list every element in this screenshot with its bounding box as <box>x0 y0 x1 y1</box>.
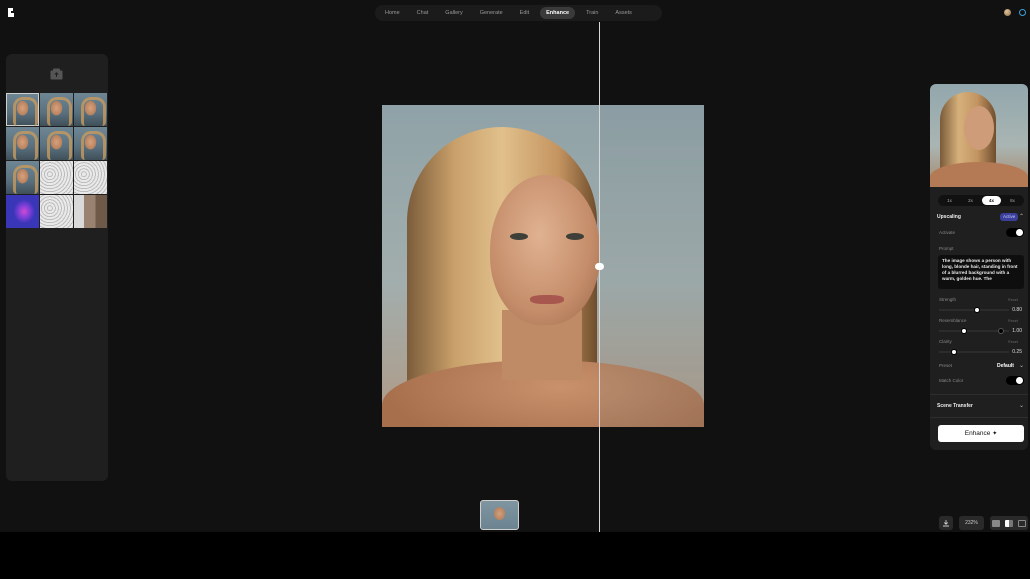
chevron-up-icon[interactable]: ⌃ <box>1019 213 1024 220</box>
clarity-label: Clarity <box>939 339 952 344</box>
preview-face <box>964 106 994 150</box>
scene-transfer-section[interactable]: Scene Transfer <box>937 403 973 409</box>
nav-home[interactable]: Home <box>379 7 406 19</box>
activate-toggle[interactable] <box>1006 228 1024 237</box>
photo-eye <box>510 233 528 240</box>
slider-knob[interactable] <box>974 307 980 313</box>
upscaling-section-title[interactable]: Upscaling <box>937 214 961 220</box>
nav-generate[interactable]: Generate <box>474 7 509 19</box>
gallery-thumbnail[interactable] <box>6 195 39 228</box>
download-icon <box>943 520 949 527</box>
nav-edit[interactable]: Edit <box>514 7 535 19</box>
sparkle-icon: ✦ <box>992 431 998 437</box>
clarity-reset[interactable]: Reset <box>1008 340 1018 344</box>
app-window: Home Chat Gallery Generate Edit Enhance … <box>0 0 1030 532</box>
gallery-thumbnail[interactable] <box>6 93 39 126</box>
scale-selector: 1x 2x 4x 8x <box>938 195 1024 206</box>
gallery-thumbnail[interactable] <box>74 127 107 160</box>
scale-option-4x[interactable]: 4x <box>982 196 1001 205</box>
enhance-button-label: Enhance <box>964 430 991 437</box>
strength-value: 0.80 <box>1012 307 1022 313</box>
filmstrip-thumbnail[interactable] <box>480 500 519 530</box>
gallery-thumbnail[interactable] <box>40 127 73 160</box>
activate-label: Activate <box>939 230 956 235</box>
scale-option-2x[interactable]: 2x <box>961 196 980 205</box>
resemblance-label: Resemblance <box>939 318 967 323</box>
resemblance-reset[interactable]: Reset <box>1008 319 1018 323</box>
match-color-toggle[interactable] <box>1006 376 1024 385</box>
chevron-down-icon[interactable]: ⌄ <box>1019 402 1024 409</box>
nav-chat[interactable]: Chat <box>411 7 435 19</box>
gallery-thumbnail[interactable] <box>6 127 39 160</box>
strength-label: Strength <box>939 297 957 302</box>
preview-body <box>930 162 1028 187</box>
upload-icon[interactable] <box>50 67 63 80</box>
app-logo[interactable] <box>6 7 16 18</box>
nav-train[interactable]: Train <box>580 7 604 19</box>
gallery-thumbnail[interactable] <box>40 161 73 194</box>
resemblance-slider[interactable] <box>939 328 1009 334</box>
strength-slider[interactable] <box>939 307 1009 313</box>
single-view-icon[interactable] <box>992 519 1001 527</box>
divider <box>930 417 1028 418</box>
divider <box>930 394 1028 395</box>
status-badge: Active <box>1000 213 1019 221</box>
gallery-thumbnail[interactable] <box>74 195 107 228</box>
view-mode-selector <box>990 516 1028 530</box>
gallery-thumbnail[interactable] <box>40 93 73 126</box>
main-image-canvas[interactable] <box>382 105 704 427</box>
prompt-textarea[interactable]: The image shows a person with long, blon… <box>938 255 1024 289</box>
preset-label: Preset <box>939 363 953 368</box>
image-gallery-sidebar <box>6 54 108 481</box>
slider-end-marker <box>998 328 1004 334</box>
split-view-icon[interactable] <box>1004 519 1013 527</box>
thumbnail-grid <box>6 93 108 228</box>
enhance-button[interactable]: Enhance ✦ <box>938 425 1024 442</box>
strength-reset[interactable]: Reset <box>1008 298 1018 302</box>
gallery-thumbnail[interactable] <box>40 195 73 228</box>
nav-gallery[interactable]: Gallery <box>439 7 468 19</box>
gallery-thumbnail[interactable] <box>6 161 39 194</box>
gallery-thumbnail[interactable] <box>74 93 107 126</box>
enhance-settings-panel: 1x 2x 4x 8x Upscaling Active ⌃ Activate … <box>930 84 1028 450</box>
user-avatar[interactable] <box>1004 9 1011 16</box>
scale-option-8x[interactable]: 8x <box>1003 196 1022 205</box>
enhanced-overlay <box>600 105 704 427</box>
clarity-value: 0.25 <box>1012 349 1022 355</box>
photo-eye <box>566 233 584 240</box>
preview-image <box>930 84 1028 187</box>
nav-enhance[interactable]: Enhance <box>540 7 576 19</box>
gallery-thumbnail[interactable] <box>74 161 107 194</box>
download-button[interactable] <box>939 516 953 530</box>
photo-mouth <box>530 295 564 304</box>
main-nav: Home Chat Gallery Generate Edit Enhance … <box>375 5 662 21</box>
resemblance-value: 1.00 <box>1012 328 1022 334</box>
preset-select[interactable]: Default <box>997 363 1014 369</box>
zoom-level[interactable]: 232% <box>959 516 984 530</box>
nav-assets[interactable]: Assets <box>609 7 638 19</box>
compare-split-handle[interactable] <box>595 263 604 270</box>
clarity-slider[interactable] <box>939 349 1009 355</box>
compare-split-line[interactable] <box>599 22 600 532</box>
chevron-down-icon[interactable]: ⌄ <box>1019 362 1024 369</box>
slider-knob[interactable] <box>951 349 957 355</box>
side-by-side-view-icon[interactable] <box>1017 519 1026 527</box>
status-indicator-icon[interactable] <box>1019 9 1026 16</box>
prompt-label: Prompt <box>939 246 954 251</box>
slider-knob[interactable] <box>961 328 967 334</box>
match-color-label: Match Color <box>939 378 964 383</box>
scale-option-1x[interactable]: 1x <box>940 196 959 205</box>
bottom-bar <box>0 532 1030 579</box>
